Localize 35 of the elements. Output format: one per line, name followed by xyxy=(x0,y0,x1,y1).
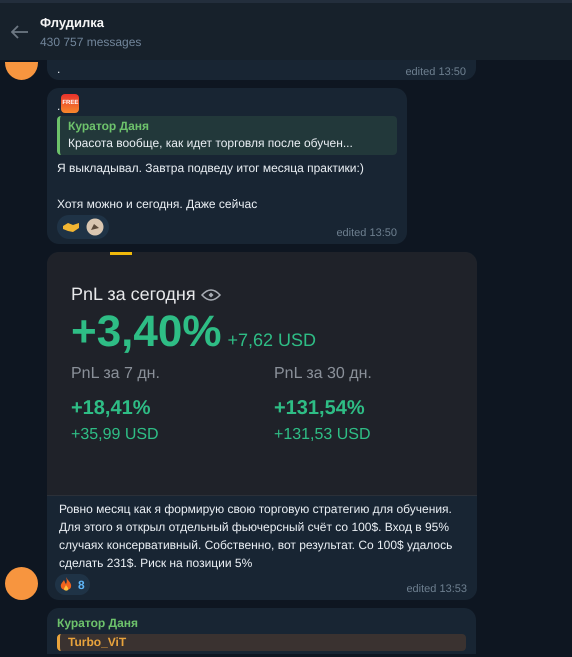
sender-name[interactable]: Куратор Даня xyxy=(57,616,466,630)
back-arrow-icon[interactable] xyxy=(11,24,29,38)
period-label: PnL за 7 дн. xyxy=(71,365,161,383)
sticker-icon xyxy=(86,218,104,236)
message-text: Я выкладывал. Завтра подведу итог месяца практики:) xyxy=(57,160,365,177)
message-text: . xyxy=(57,61,60,78)
reply-quote[interactable]: Куратор Даня Красота вообще, как идет торговля после обучен... xyxy=(57,116,397,155)
pnl-amount: +7,62 USD xyxy=(227,330,316,351)
message-text: . xyxy=(57,99,60,113)
reply-author: Turbo_ViT xyxy=(68,635,128,650)
avatar[interactable] xyxy=(5,567,38,600)
message-text: Хотя можно и сегодня. Даже сейчас xyxy=(57,196,258,213)
reply-author: Куратор Даня xyxy=(68,119,150,134)
chat-title: Флудилка xyxy=(40,14,106,30)
reaction-count: 8 xyxy=(78,578,85,592)
tab-indicator xyxy=(110,252,132,255)
reply-quote[interactable]: Turbo_ViT xyxy=(57,634,466,651)
reaction-chip[interactable] xyxy=(57,215,109,239)
reply-text: Красота вообще, как идет торговля после обучен... xyxy=(68,135,354,151)
eye-icon xyxy=(200,288,221,302)
period-percent: +131,54% xyxy=(274,397,366,420)
message-time: edited 13:53 xyxy=(406,583,467,595)
reaction-chip[interactable]: 8 xyxy=(55,574,90,595)
message-time: edited 13:50 xyxy=(336,227,397,239)
flame-icon xyxy=(60,577,72,592)
period-label: PnL за 30 дн. xyxy=(274,365,373,383)
pnl-percent: +3,40% xyxy=(71,307,222,357)
message-text: Ровно месяц как я формирую свою торговую стратегию для обучения. Для этого я открыл отдельный фьючерсный счёт со 100$. Вход в 95% случаях консервативный. Собственно, вот результат. Со 100$ удалось сделать 231$. Риск на позиции 5% xyxy=(59,501,454,572)
message-time: edited 13:50 xyxy=(405,66,466,78)
message-count: 430 757 messages xyxy=(40,34,142,48)
period-amount: +35,99 USD xyxy=(71,426,160,444)
period-amount: +131,53 USD xyxy=(274,426,372,444)
period-percent: +18,41% xyxy=(71,397,152,420)
avatar[interactable] xyxy=(5,62,38,80)
pnl-title: PnL за сегодня xyxy=(71,284,196,305)
